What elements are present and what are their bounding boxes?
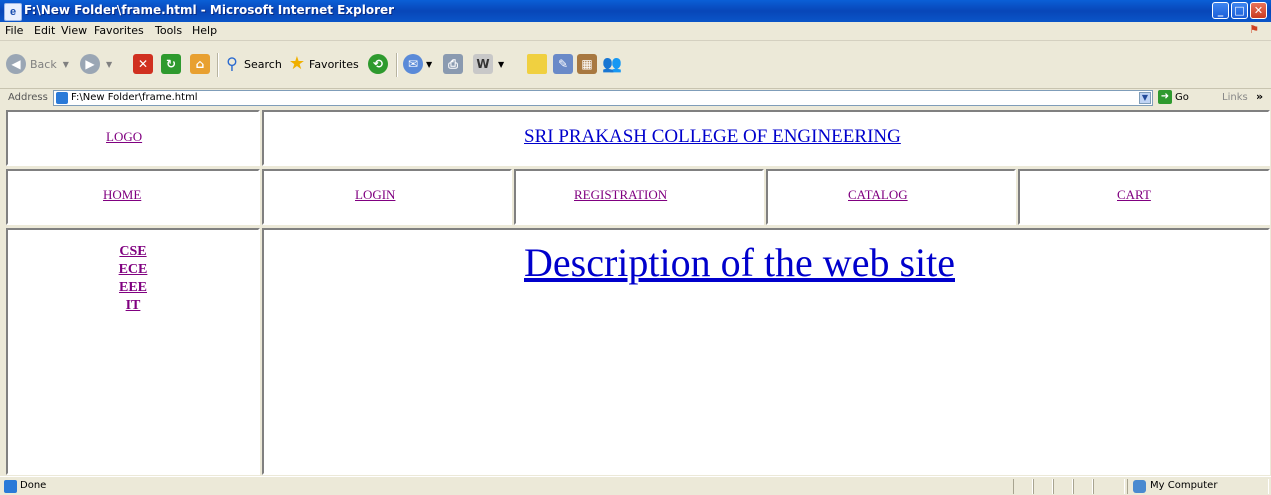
ie-window: e F:\New Folder\frame.html - Microsoft I…	[0, 0, 1271, 495]
status-cell	[1073, 479, 1093, 494]
nav-cart-link[interactable]: CART	[1117, 187, 1151, 203]
page-content: LOGO SRI PRAKASH COLLEGE OF ENGINEERING …	[0, 108, 1271, 475]
login-frame: LOGIN	[262, 169, 512, 225]
menu-bar: File Edit View Favorites Tools Help ⚑	[0, 22, 1271, 41]
minimize-button[interactable]: _	[1212, 2, 1229, 19]
my-computer-icon	[1133, 480, 1146, 493]
logo-frame: LOGO	[6, 110, 260, 166]
toolbar-separator	[217, 53, 219, 77]
favorites-star-icon: ★	[288, 53, 306, 74]
go-arrow-icon: ➜	[1158, 90, 1172, 104]
department-link[interactable]: IT	[126, 298, 141, 313]
stop-button[interactable]: ✕	[133, 52, 153, 76]
department-link[interactable]: CSE	[119, 244, 146, 259]
page-icon	[56, 92, 68, 104]
toolbar: ◀ Back ▼ ▶ ▼ ✕ ↻ ⌂ ⚲ Search ★ Favorites …	[0, 41, 1271, 89]
messenger-button[interactable]: ✎	[553, 52, 573, 76]
departments-frame: CSE ECE EEE IT	[6, 228, 260, 475]
title-bar: e F:\New Folder\frame.html - Microsoft I…	[0, 0, 1271, 22]
description-link[interactable]: Description of the web site	[524, 239, 955, 286]
department-list: CSE ECE EEE IT	[8, 242, 258, 314]
address-bar: Address F:\New Folder\frame.html ▼ ➜ Go …	[0, 89, 1271, 109]
close-button[interactable]: ✕	[1250, 2, 1267, 19]
address-label: Address	[8, 92, 48, 103]
status-cell	[1013, 479, 1033, 494]
mail-icon: ✉	[403, 54, 423, 74]
nav-catalog-link[interactable]: CATALOG	[848, 187, 908, 203]
nav-login-link[interactable]: LOGIN	[355, 187, 395, 203]
refresh-button[interactable]: ↻	[161, 52, 181, 76]
home-button[interactable]: ⌂	[190, 52, 210, 76]
forward-arrow-icon: ▶	[80, 54, 100, 74]
back-dropdown-icon[interactable]: ▼	[63, 60, 69, 69]
page-done-icon	[4, 480, 17, 493]
users-icon: 👥	[602, 54, 622, 73]
cart-frame: CART	[1018, 169, 1270, 225]
edit-dropdown-icon[interactable]: ▼	[498, 60, 504, 69]
address-input[interactable]: F:\New Folder\frame.html ▼	[53, 90, 1153, 106]
registration-frame: REGISTRATION	[514, 169, 764, 225]
history-icon: ⟲	[368, 54, 388, 74]
menu-favorites[interactable]: Favorites	[94, 24, 144, 37]
header-frame: SRI PRAKASH COLLEGE OF ENGINEERING	[262, 110, 1270, 166]
forward-button[interactable]: ▶ ▼	[80, 52, 112, 76]
menu-edit[interactable]: Edit	[34, 24, 55, 37]
window-title: F:\New Folder\frame.html - Microsoft Int…	[24, 3, 395, 17]
address-dropdown-icon[interactable]: ▼	[1139, 92, 1151, 104]
logo-link[interactable]: LOGO	[106, 129, 142, 145]
media-button[interactable]: ▦	[577, 52, 597, 76]
back-button[interactable]: ◀ Back ▼	[6, 52, 69, 76]
print-icon: ⎙	[443, 54, 463, 74]
windows-logo-icon: ⚑	[1249, 23, 1259, 36]
department-link[interactable]: ECE	[119, 262, 148, 277]
menu-file[interactable]: File	[5, 24, 23, 37]
discuss-button[interactable]	[527, 52, 547, 76]
security-zone-text: My Computer	[1150, 480, 1218, 491]
users-button[interactable]: 👥	[602, 52, 622, 76]
back-label: Back	[30, 57, 57, 71]
search-label: Search	[244, 57, 282, 71]
go-label: Go	[1175, 91, 1189, 103]
mail-button[interactable]: ✉ ▼	[403, 52, 432, 76]
menu-tools[interactable]: Tools	[155, 24, 182, 37]
search-icon: ⚲	[226, 54, 238, 73]
favorites-label: Favorites	[309, 57, 359, 71]
links-button[interactable]: Links	[1222, 92, 1248, 103]
address-url: F:\New Folder\frame.html	[71, 92, 198, 103]
toolbar-separator	[396, 53, 398, 77]
college-name-link[interactable]: SRI PRAKASH COLLEGE OF ENGINEERING	[524, 126, 901, 148]
main-frame: Description of the web site	[262, 228, 1270, 475]
print-button[interactable]: ⎙	[443, 52, 463, 76]
history-button[interactable]: ⟲	[368, 52, 388, 76]
home-icon: ⌂	[190, 54, 210, 74]
media-icon: ▦	[577, 54, 597, 74]
department-link[interactable]: EEE	[119, 280, 147, 295]
research-icon: ✎	[553, 54, 573, 74]
ie-app-icon[interactable]: e	[4, 3, 22, 21]
edit-page-icon: W	[473, 54, 493, 74]
status-cell	[1033, 479, 1053, 494]
stop-icon: ✕	[133, 54, 153, 74]
nav-registration-link[interactable]: REGISTRATION	[574, 187, 667, 203]
go-button[interactable]: ➜ Go	[1158, 90, 1189, 104]
favorites-button[interactable]: ★ Favorites	[287, 52, 359, 76]
forward-dropdown-icon[interactable]: ▼	[106, 60, 112, 69]
status-cell	[1053, 479, 1073, 494]
mail-dropdown-icon[interactable]: ▼	[426, 60, 432, 69]
back-arrow-icon: ◀	[6, 54, 26, 74]
links-chevron-icon[interactable]: »	[1256, 90, 1263, 103]
refresh-icon: ↻	[161, 54, 181, 74]
search-button[interactable]: ⚲ Search	[222, 52, 282, 76]
edit-button[interactable]: W ▼	[473, 52, 504, 76]
status-bar: Done My Computer	[0, 476, 1271, 495]
status-text: Done	[20, 480, 47, 491]
catalog-frame: CATALOG	[766, 169, 1016, 225]
menu-view[interactable]: View	[61, 24, 87, 37]
status-cell	[1093, 479, 1125, 494]
discuss-icon	[527, 54, 547, 74]
home-frame: HOME	[6, 169, 260, 225]
menu-help[interactable]: Help	[192, 24, 217, 37]
maximize-button[interactable]: □	[1231, 2, 1248, 19]
nav-home-link[interactable]: HOME	[103, 187, 141, 203]
